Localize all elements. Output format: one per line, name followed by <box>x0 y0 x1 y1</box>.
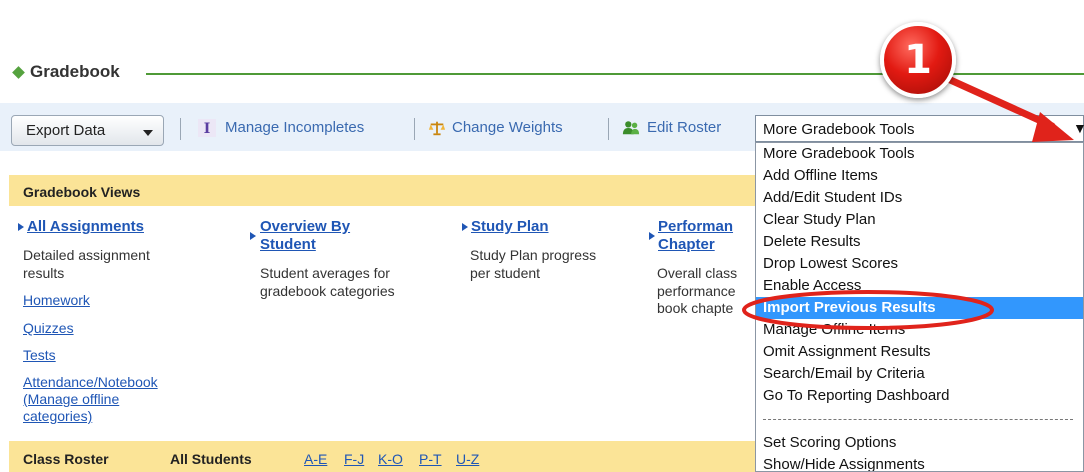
dropdown-option[interactable]: Drop Lowest Scores <box>756 253 1083 275</box>
performance-desc-line2: performance <box>657 283 736 299</box>
study-plan-desc-line1: Study Plan progress <box>470 247 597 263</box>
expand-triangle-icon <box>462 223 468 231</box>
step-number: 1 <box>904 37 932 83</box>
toolbar-separator <box>608 118 609 140</box>
performance-by-chapter-link-line2[interactable]: Chapter <box>658 236 715 254</box>
filter-p-t[interactable]: P-T <box>419 451 442 467</box>
expand-triangle-icon <box>250 232 256 240</box>
dropdown-option[interactable]: Clear Study Plan <box>756 209 1083 231</box>
dropdown-option[interactable]: Add/Edit Student IDs <box>756 187 1083 209</box>
class-roster-label: Class Roster <box>23 451 109 467</box>
dropdown-option[interactable]: Go To Reporting Dashboard <box>756 385 1083 407</box>
toolbar-separator <box>180 118 181 140</box>
filter-k-o[interactable]: K-O <box>378 451 403 467</box>
study-plan-link[interactable]: Study Plan <box>471 218 549 236</box>
all-assignments-desc-line1: Detailed assignment <box>23 247 150 263</box>
manage-incompletes-link[interactable]: Manage Incompletes <box>225 119 364 136</box>
attendance-notebook-link-line2[interactable]: (Manage offline <box>23 391 119 408</box>
scale-icon <box>428 121 446 136</box>
expand-triangle-icon <box>649 232 655 240</box>
performance-desc-line3: book chapte <box>657 300 734 316</box>
overview-desc-line2: gradebook categories <box>260 283 395 299</box>
caret-down-icon <box>143 130 153 136</box>
dropdown-option[interactable]: Omit Assignment Results <box>756 341 1083 363</box>
overview-by-student-link[interactable]: Overview By <box>260 218 350 236</box>
toolbar-separator <box>414 118 415 140</box>
incomplete-icon: I <box>198 119 216 137</box>
diamond-icon <box>12 66 25 79</box>
export-data-label: Export Data <box>26 122 106 139</box>
attendance-notebook-link-line3[interactable]: categories) <box>23 408 92 425</box>
tools-select-value: More Gradebook Tools <box>763 121 915 138</box>
dropdown-separator <box>763 419 1073 420</box>
change-weights-link[interactable]: Change Weights <box>452 119 563 136</box>
attendance-notebook-link[interactable]: Attendance/Notebook <box>23 374 158 391</box>
page-title: Gradebook <box>30 62 120 81</box>
callout-arrow-icon <box>942 74 1074 142</box>
dropdown-option[interactable]: Set Scoring Options <box>756 432 1083 454</box>
overview-desc-line1: Student averages for <box>260 265 390 281</box>
all-assignments-desc-line2: results <box>23 265 65 281</box>
all-students-filter[interactable]: All Students <box>170 451 252 467</box>
expand-triangle-icon <box>18 223 24 231</box>
edit-roster-link[interactable]: Edit Roster <box>647 119 721 136</box>
overview-by-student-link-line2[interactable]: Student <box>260 236 316 254</box>
quizzes-link[interactable]: Quizzes <box>23 320 74 337</box>
highlight-ellipse <box>742 290 994 330</box>
dropdown-option[interactable]: Add Offline Items <box>756 165 1083 187</box>
filter-f-j[interactable]: F-J <box>344 451 364 467</box>
svg-text:I: I <box>204 121 211 137</box>
dropdown-option[interactable]: Show/Hide Assignments <box>756 454 1083 471</box>
all-assignments-link[interactable]: All Assignments <box>27 218 144 236</box>
filter-a-e[interactable]: A-E <box>304 451 327 467</box>
performance-desc-line1: Overall class <box>657 265 738 281</box>
homework-link[interactable]: Homework <box>23 292 90 309</box>
filter-u-z[interactable]: U-Z <box>456 451 479 467</box>
users-icon <box>622 121 640 135</box>
step-number-badge: 1 <box>880 22 956 98</box>
export-data-button[interactable]: Export Data <box>11 115 164 146</box>
performance-by-chapter-link[interactable]: Performan <box>658 218 733 236</box>
dropdown-option[interactable]: Search/Email by Criteria <box>756 363 1083 385</box>
study-plan-desc-line2: per student <box>470 265 541 281</box>
tests-link[interactable]: Tests <box>23 347 56 364</box>
dropdown-option[interactable]: Delete Results <box>756 231 1083 253</box>
gradebook-views-title: Gradebook Views <box>23 184 141 200</box>
